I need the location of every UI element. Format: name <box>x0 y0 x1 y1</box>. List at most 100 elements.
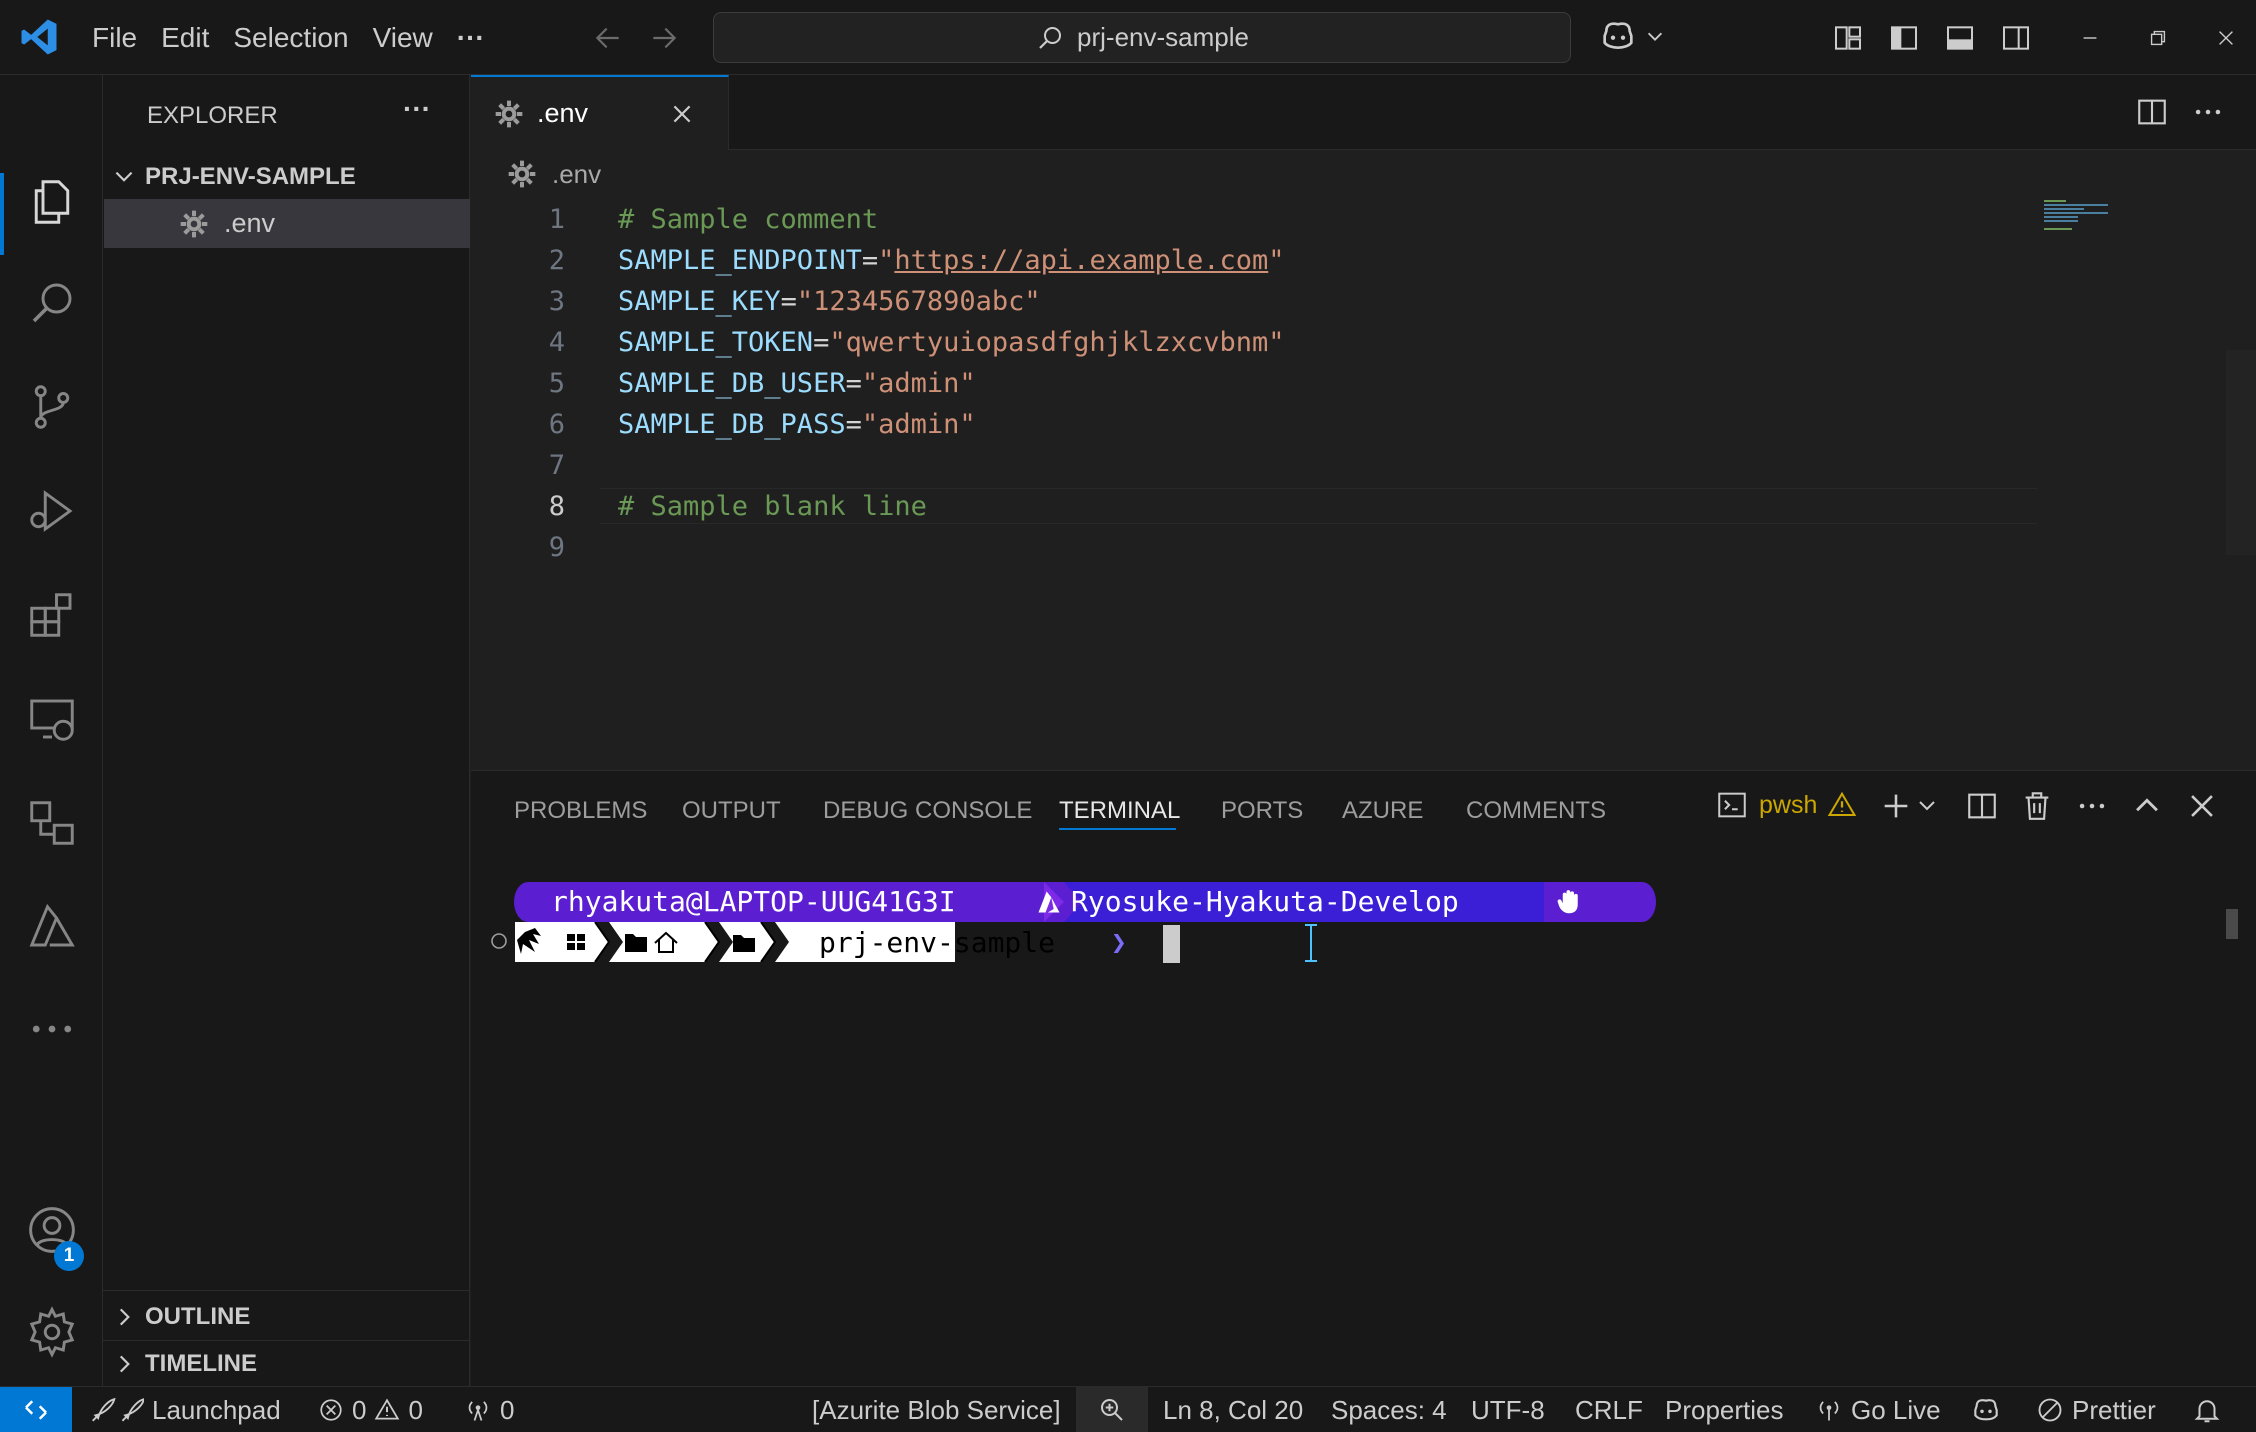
customize-layout-icon[interactable] <box>1820 0 1876 75</box>
tab-azure[interactable]: AZURE <box>1342 797 1423 825</box>
new-terminal-plus-icon[interactable] <box>1879 789 1913 823</box>
divider <box>103 1290 469 1291</box>
indentation[interactable]: Spaces: 4 <box>1331 1387 1447 1432</box>
tab-env[interactable]: .env <box>471 75 729 150</box>
tab-problems[interactable]: PROBLEMS <box>514 797 647 825</box>
toggle-panel-icon[interactable] <box>1932 0 1988 75</box>
prettier-disabled-icon <box>2036 1396 2064 1424</box>
encoding[interactable]: UTF-8 <box>1471 1387 1545 1432</box>
split-editor-icon[interactable] <box>2135 95 2169 129</box>
terminal-shell-selector[interactable]: pwsh <box>1715 785 1857 825</box>
timeline-section[interactable]: TIMELINE <box>111 1344 257 1384</box>
chevron-down-icon[interactable] <box>1915 793 1939 817</box>
menu-selection[interactable]: Selection <box>221 0 360 75</box>
azure-icon[interactable] <box>0 877 103 977</box>
remote-icon <box>21 1395 51 1425</box>
tab-output[interactable]: OUTPUT <box>682 797 781 825</box>
notifications-bell-icon[interactable] <box>2192 1387 2222 1432</box>
code-line[interactable]: SAMPLE_DB_USER="admin" <box>618 363 976 404</box>
source-control-icon[interactable] <box>0 357 103 457</box>
containers-icon[interactable] <box>0 773 103 873</box>
remote-explorer-icon[interactable] <box>0 669 103 769</box>
outline-label: OUTLINE <box>145 1303 251 1330</box>
launchpad-item[interactable]: Launchpad <box>90 1387 281 1432</box>
error-count: 0 <box>352 1394 367 1425</box>
prettier-item[interactable]: Prettier <box>2036 1387 2156 1432</box>
explorer-icon[interactable] <box>0 152 103 252</box>
restore-icon[interactable] <box>2124 0 2192 75</box>
split-terminal-icon[interactable] <box>1965 789 1999 823</box>
zoom-item[interactable] <box>1076 1387 1148 1432</box>
more-actions-icon[interactable] <box>2191 95 2225 129</box>
toggle-secondary-sidebar-icon[interactable] <box>1988 0 2044 75</box>
chevron-down-icon <box>1644 25 1666 47</box>
menu-view[interactable]: View <box>361 0 445 75</box>
command-center-search[interactable]: prj-env-sample <box>713 12 1571 63</box>
accounts-icon[interactable]: 1 <box>0 1180 103 1280</box>
more-views-icon[interactable] <box>0 979 103 1079</box>
tab-terminal[interactable]: TERMINAL <box>1059 797 1180 825</box>
code-line[interactable]: SAMPLE_DB_PASS="admin" <box>618 404 976 445</box>
cursor-position[interactable]: Ln 8, Col 20 <box>1163 1387 1303 1432</box>
trash-icon[interactable] <box>2020 789 2054 823</box>
code-line[interactable]: SAMPLE_ENDPOINT="https://api.example.com… <box>618 240 1285 281</box>
extensions-icon[interactable] <box>0 565 103 665</box>
gear-file-icon <box>506 158 538 190</box>
close-panel-icon[interactable] <box>2185 789 2219 823</box>
toggle-primary-sidebar-icon[interactable] <box>1876 0 1932 75</box>
problems-item[interactable]: 0 0 <box>318 1387 423 1432</box>
more-actions-icon[interactable] <box>2075 789 2109 823</box>
close-icon[interactable] <box>669 101 695 127</box>
token-key: SAMPLE_KEY <box>618 286 781 317</box>
search-text: prj-env-sample <box>1077 22 1249 52</box>
token-op: = <box>845 409 862 440</box>
code-line[interactable]: SAMPLE_KEY="1234567890abc" <box>618 281 1041 322</box>
explorer-more-actions[interactable]: ··· <box>403 93 431 125</box>
end-of-line[interactable]: CRLF <box>1575 1387 1643 1432</box>
token-str: " <box>878 245 895 276</box>
back-arrow-icon[interactable] <box>590 22 626 54</box>
code-line[interactable]: SAMPLE_TOKEN="qwertyuiopasdfghjklzxcvbnm… <box>618 322 1285 363</box>
prettier-label: Prettier <box>2072 1394 2156 1425</box>
breadcrumb[interactable]: .env <box>506 158 601 190</box>
go-live-item[interactable]: Go Live <box>1815 1387 1941 1432</box>
code-line[interactable]: # Sample blank line <box>618 486 927 527</box>
azurite-blob-item[interactable]: [Azurite Blob Service] <box>812 1387 1061 1432</box>
tab-debug-console[interactable]: DEBUG CONSOLE <box>823 797 1032 825</box>
copilot-icon <box>1598 16 1638 56</box>
language-mode[interactable]: Properties <box>1665 1387 1784 1432</box>
terminal-area[interactable] <box>481 861 2246 1381</box>
tab-ports[interactable]: PORTS <box>1221 797 1303 825</box>
menu-file[interactable]: File <box>80 0 149 75</box>
settings-gear-icon[interactable] <box>0 1282 103 1382</box>
explorer-title: EXPLORER <box>147 102 278 129</box>
copilot-menu[interactable] <box>1598 16 1666 56</box>
minimize-icon[interactable] <box>2056 0 2124 75</box>
ports-count: 0 <box>500 1394 515 1425</box>
menu-more[interactable]: ··· <box>445 0 497 75</box>
menu-edit[interactable]: Edit <box>149 0 221 75</box>
minimap[interactable] <box>2044 200 2124 230</box>
editor-scrollbar[interactable] <box>2226 350 2256 555</box>
maximize-panel-chevron-up-icon[interactable] <box>2130 789 2164 823</box>
file-item-env[interactable]: .env <box>104 199 470 248</box>
folder-header[interactable]: PRJ-ENV-SAMPLE <box>111 157 466 197</box>
token-str: "admin" <box>861 368 976 399</box>
token-url[interactable]: https://api.example.com <box>894 245 1268 276</box>
ports-item[interactable]: 0 <box>464 1387 514 1432</box>
title-bar: File Edit Selection View ··· prj-env-sam… <box>0 0 2256 75</box>
code-line[interactable]: # Sample comment <box>618 199 878 240</box>
remote-indicator[interactable] <box>0 1387 72 1432</box>
tab-comments[interactable]: COMMENTS <box>1466 797 1606 825</box>
token-str: "admin" <box>861 409 976 440</box>
copilot-status-icon[interactable] <box>1970 1387 2002 1432</box>
close-window-icon[interactable] <box>2192 0 2256 75</box>
token-op: = <box>861 245 879 276</box>
error-icon <box>318 1397 344 1423</box>
forward-arrow-icon[interactable] <box>646 22 682 54</box>
token-comment: # Sample comment <box>618 204 879 235</box>
search-icon[interactable] <box>0 253 103 353</box>
run-debug-icon[interactable] <box>0 461 103 561</box>
outline-section[interactable]: OUTLINE <box>111 1297 250 1337</box>
vscode-logo-icon <box>18 16 60 58</box>
